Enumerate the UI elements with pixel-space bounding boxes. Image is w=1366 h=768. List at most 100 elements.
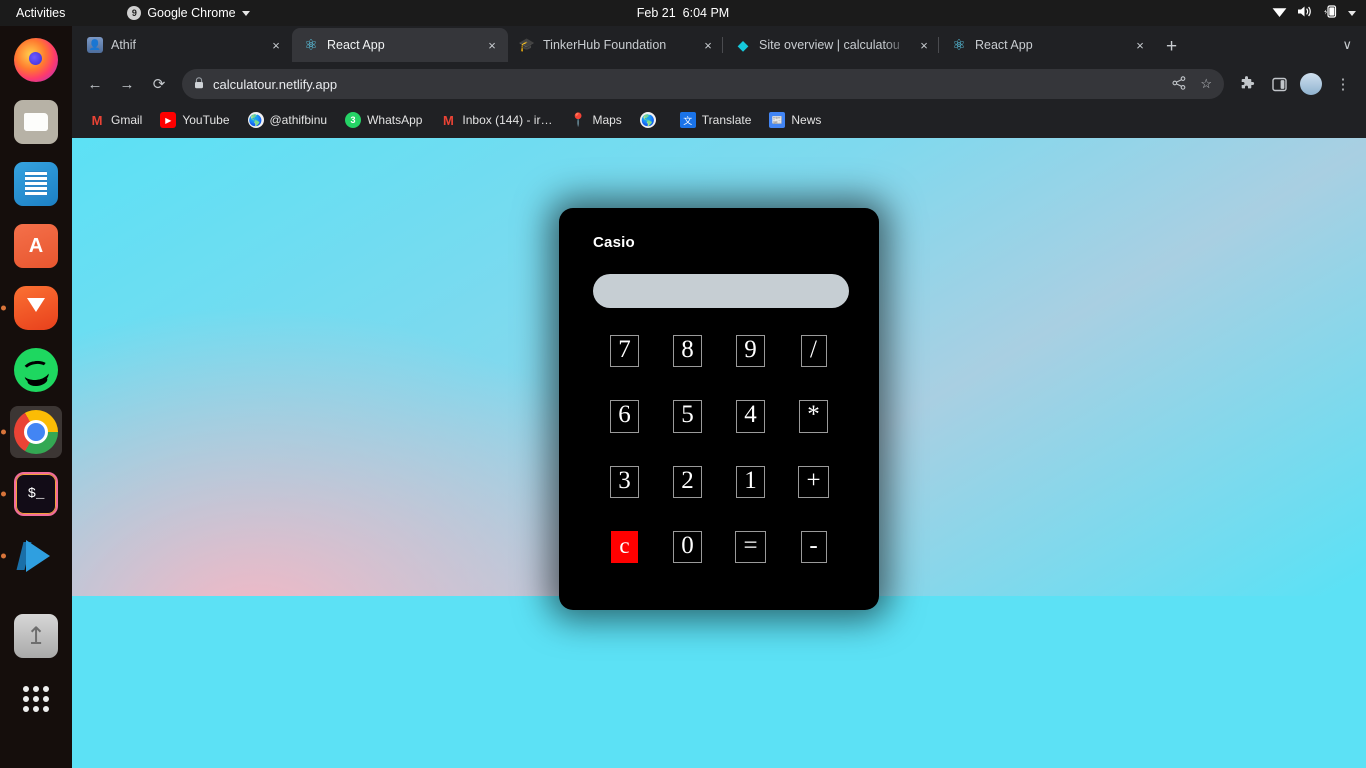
- translate-icon: 文: [679, 112, 696, 128]
- clock-date: Feb 21: [636, 6, 676, 20]
- extensions-icon[interactable]: [1232, 69, 1262, 99]
- dock-item-software[interactable]: [10, 220, 62, 272]
- bookmark-maps[interactable]: 📍 Maps: [563, 109, 628, 131]
- bookmark-label: News: [791, 113, 822, 127]
- key-6[interactable]: 6: [610, 400, 639, 433]
- key-1[interactable]: 1: [736, 465, 765, 498]
- dock-item-spotify[interactable]: [10, 344, 62, 396]
- tab-react-app-1[interactable]: ⚛ React App ×: [292, 28, 508, 62]
- forward-button[interactable]: →: [112, 69, 142, 99]
- browser-toolbar: ← → ⟳ calculatour.netlify.app ☆ ⋮: [72, 62, 1366, 106]
- key-2[interactable]: 2: [673, 465, 702, 498]
- lock-icon: [194, 76, 204, 92]
- bookmark-translate[interactable]: 文 Translate: [673, 109, 759, 131]
- tab-tinkerhub-foundation[interactable]: 🎓 TinkerHub Foundation ×: [508, 28, 724, 62]
- bookmark-gmail[interactable]: M Gmail: [82, 109, 149, 131]
- back-button[interactable]: ←: [80, 69, 110, 99]
- dock-item-brave[interactable]: [10, 282, 62, 334]
- news-icon: 📰: [769, 112, 786, 128]
- battery-charging-icon: [1323, 5, 1338, 21]
- dock-item-usb[interactable]: [10, 610, 62, 662]
- key-9[interactable]: 9: [736, 335, 765, 368]
- tab-close-icon[interactable]: ×: [268, 38, 284, 53]
- app-menu-label: Google Chrome: [147, 6, 236, 20]
- bookmark-globe[interactable]: 🌎: [633, 109, 669, 131]
- share-icon[interactable]: [1172, 75, 1186, 93]
- calculator-keypad: 7 8 9 / 6 5 4 * 3 2 1 + c 0 = -: [593, 335, 845, 563]
- tab-react-app-2[interactable]: ⚛ React App ×: [938, 28, 1156, 62]
- firefox-icon: [14, 38, 58, 82]
- page-viewport: Casio 7 8 9 / 6 5 4 * 3 2 1 + c 0 = -: [72, 138, 1366, 768]
- tab-athif[interactable]: 👤 Athif ×: [76, 28, 292, 62]
- tab-close-icon[interactable]: ×: [700, 38, 716, 53]
- new-tab-button[interactable]: +: [1156, 36, 1187, 62]
- dock-item-vscode[interactable]: [10, 530, 62, 582]
- key-minus[interactable]: -: [800, 530, 827, 563]
- dock-item-firefox[interactable]: [10, 34, 62, 86]
- tab-close-icon[interactable]: ×: [484, 38, 500, 53]
- bookmarks-bar: M Gmail ▶ YouTube 🌎 @athifbinu 3 WhatsAp…: [72, 106, 1366, 136]
- tab-title: TinkerHub Foundation: [543, 38, 667, 52]
- key-5[interactable]: 5: [673, 400, 702, 433]
- bookmark-label: Gmail: [111, 113, 143, 127]
- tab-title: React App: [327, 38, 385, 52]
- bookmark-whatsapp[interactable]: 3 WhatsApp: [338, 109, 429, 131]
- bookmark-youtube[interactable]: ▶ YouTube: [153, 109, 236, 131]
- key-0[interactable]: 0: [673, 530, 702, 563]
- tab-search-chevron-down-icon[interactable]: ∨: [1328, 37, 1366, 62]
- tray-chevron-down-icon: [1348, 10, 1356, 16]
- whatsapp-icon: 3: [345, 112, 362, 128]
- tab-title: Athif: [111, 38, 137, 52]
- reload-button[interactable]: ⟳: [144, 69, 174, 99]
- side-panel-icon[interactable]: [1264, 69, 1294, 99]
- address-bar-url: calculatour.netlify.app: [213, 76, 338, 92]
- youtube-icon: ▶: [160, 112, 177, 128]
- dock-item-terminal[interactable]: [10, 468, 62, 520]
- dock-item-chrome[interactable]: [10, 406, 62, 458]
- key-8[interactable]: 8: [673, 335, 702, 368]
- key-divide[interactable]: /: [800, 335, 827, 368]
- bookmark-athifbinu[interactable]: 🌎 @athifbinu: [241, 109, 335, 131]
- chevron-down-icon: [241, 10, 250, 16]
- gnome-top-bar: Activities 9 Google Chrome Feb 21 6:04 P…: [0, 0, 1366, 26]
- brave-icon: [14, 286, 58, 330]
- calculator-display-input[interactable]: [593, 274, 849, 308]
- clock[interactable]: Feb 21 6:04 PM: [593, 6, 773, 20]
- profile-avatar[interactable]: [1296, 69, 1326, 99]
- screen: Activities 9 Google Chrome Feb 21 6:04 P…: [0, 0, 1366, 768]
- bookmark-label: Maps: [592, 113, 622, 127]
- gmail-icon: M: [443, 112, 454, 128]
- chrome-menu-button[interactable]: ⋮: [1328, 69, 1358, 99]
- tab-title: Site overview | calculatou: [759, 38, 900, 52]
- dock-item-files[interactable]: [10, 96, 62, 148]
- bookmark-star-icon[interactable]: ☆: [1200, 76, 1212, 92]
- app-menu-button[interactable]: 9 Google Chrome: [127, 6, 250, 20]
- system-tray[interactable]: [1272, 5, 1356, 21]
- key-equals[interactable]: =: [735, 530, 766, 563]
- usb-drive-icon: [14, 614, 58, 658]
- maps-icon: 📍: [570, 112, 587, 127]
- key-clear[interactable]: c: [611, 530, 638, 563]
- address-bar[interactable]: calculatour.netlify.app ☆: [182, 69, 1224, 99]
- key-multiply[interactable]: *: [799, 400, 828, 433]
- bookmark-label: Inbox (144) - ir…: [462, 113, 553, 127]
- ubuntu-software-icon: [14, 224, 58, 268]
- key-4[interactable]: 4: [736, 400, 765, 433]
- react-favicon: ⚛: [304, 36, 318, 54]
- activities-button[interactable]: Activities: [8, 6, 73, 20]
- key-7[interactable]: 7: [610, 335, 639, 368]
- bookmark-inbox[interactable]: M Inbox (144) - ir…: [433, 109, 559, 131]
- tab-close-icon[interactable]: ×: [916, 38, 932, 53]
- chrome-window: 👤 Athif × ⚛ React App × 🎓 TinkerHub Foun…: [72, 26, 1366, 768]
- key-plus[interactable]: +: [798, 465, 829, 498]
- dock-item-show-applications[interactable]: [10, 682, 62, 734]
- dock-item-writer[interactable]: [10, 158, 62, 210]
- bookmark-news[interactable]: 📰 News: [762, 109, 828, 131]
- tab-strip: 👤 Athif × ⚛ React App × 🎓 TinkerHub Foun…: [72, 26, 1366, 62]
- bookmark-label: @athifbinu: [269, 113, 328, 127]
- key-3[interactable]: 3: [610, 465, 639, 498]
- tab-site-overview[interactable]: ◆ Site overview | calculatou ×: [722, 28, 940, 62]
- vscode-icon: [14, 534, 58, 578]
- clock-time: 6:04 PM: [682, 6, 730, 20]
- tab-close-icon[interactable]: ×: [1132, 38, 1148, 53]
